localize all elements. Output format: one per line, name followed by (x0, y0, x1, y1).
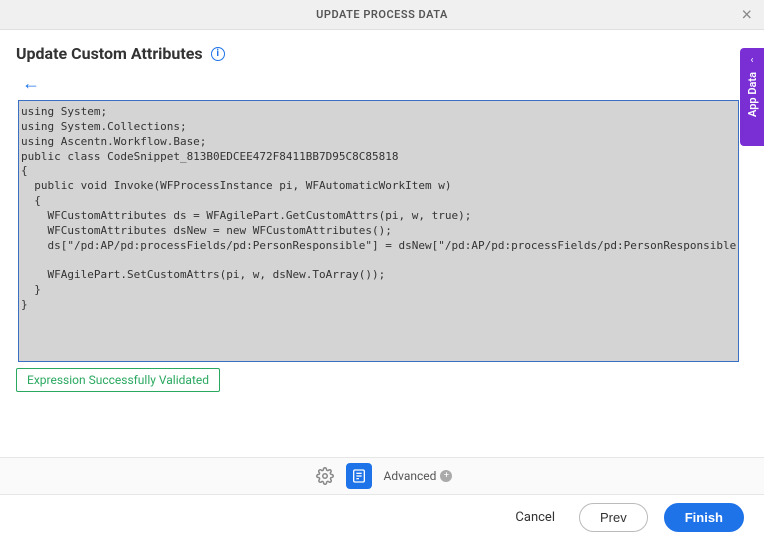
form-view-icon[interactable] (346, 463, 372, 489)
close-icon[interactable]: × (741, 4, 752, 25)
finish-button[interactable]: Finish (664, 503, 744, 532)
app-data-panel-tab[interactable]: ‹ App Data (740, 48, 764, 146)
section-header: Update Custom Attributes i (16, 44, 748, 63)
footer-toolbar: Advanced + (0, 457, 764, 495)
validation-status: Expression Successfully Validated (16, 368, 220, 392)
chevron-left-icon: ‹ (750, 56, 753, 66)
modal-header: UPDATE PROCESS DATA × (0, 0, 764, 30)
code-editor[interactable]: using System; using System.Collections; … (18, 100, 739, 362)
section-title: Update Custom Attributes (16, 44, 203, 63)
content-area: Update Custom Attributes i ← using Syste… (0, 30, 764, 392)
modal-title: UPDATE PROCESS DATA (316, 8, 448, 21)
prev-button[interactable]: Prev (579, 503, 648, 532)
back-arrow-icon[interactable]: ← (22, 73, 40, 94)
advanced-label-text: Advanced (384, 469, 437, 483)
plus-icon: + (440, 470, 452, 482)
advanced-toggle[interactable]: Advanced + (384, 469, 453, 483)
app-data-label: App Data (746, 72, 759, 117)
gear-icon[interactable] (312, 463, 338, 489)
footer-actions: Cancel Prev Finish (0, 495, 764, 539)
info-icon[interactable]: i (211, 47, 225, 61)
cancel-button[interactable]: Cancel (515, 510, 555, 525)
